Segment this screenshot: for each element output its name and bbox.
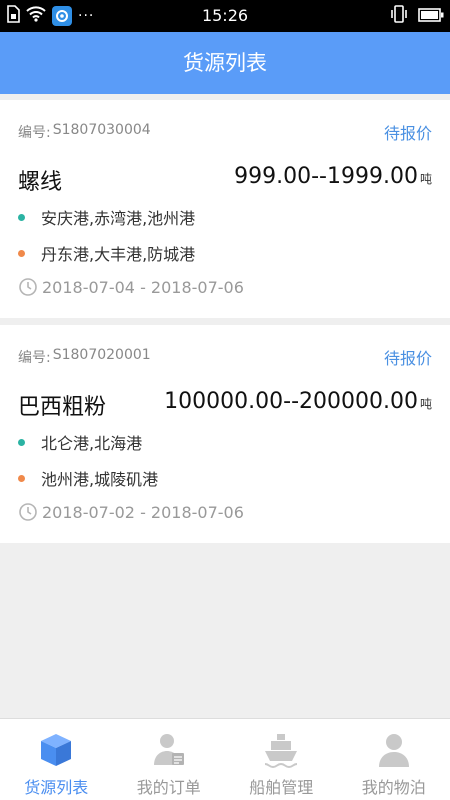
nav-my-wubo[interactable]: 我的物泊 (338, 719, 450, 800)
nav-label: 我的订单 (136, 778, 201, 797)
clock-icon (19, 503, 37, 521)
quote-status[interactable]: 待报价 (384, 120, 432, 144)
cargo-code: 编号: S1807020001 (18, 347, 151, 367)
discharge-ports-row: 池州港,城陵矶港 (18, 466, 158, 490)
status-time: 15:26 (201, 6, 249, 25)
discharge-ports: 丹东港,大丰港,防城港 (41, 245, 196, 264)
discharge-ports-row: 丹东港,大丰港,防城港 (18, 241, 195, 265)
status-right-icons (390, 5, 444, 27)
discharge-ports: 池州港,城陵矶港 (41, 470, 159, 489)
cargo-code-label: 编号: (18, 125, 51, 141)
page-title: 货源列表 (0, 32, 450, 94)
cargo-list: 编号: S1807030004 待报价 螺线 999.00--1999.00 吨… (0, 100, 450, 550)
cargo-card[interactable]: 编号: S1807030004 待报价 螺线 999.00--1999.00 吨… (0, 100, 450, 318)
load-port-dot-icon (18, 438, 25, 446)
nav-cargo-list[interactable]: 货源列表 (0, 719, 113, 800)
box-icon (41, 734, 71, 766)
cargo-name: 螺线 (18, 170, 63, 195)
ship-icon (264, 734, 298, 769)
clock-icon (19, 278, 37, 296)
quote-status[interactable]: 待报价 (384, 345, 432, 369)
price-range: 999.00--1999.00 (234, 164, 418, 189)
date-range-row: 2018-07-02 - 2018-07-06 (18, 502, 244, 522)
load-ports-row: 北仑港,北海港 (18, 430, 142, 454)
person-icon (378, 734, 409, 767)
user-order-icon (153, 734, 184, 765)
load-port-dot-icon (18, 213, 25, 221)
nav-label: 船舶管理 (249, 778, 314, 797)
nav-label: 我的物泊 (361, 778, 426, 797)
date-range: 2018-07-04 - 2018-07-06 (42, 277, 244, 297)
cargo-code: 编号: S1807030004 (18, 122, 151, 142)
bottom-nav: 货源列表 我的订单 船舶管理 我的物泊 (0, 718, 450, 800)
cargo-price: 999.00--1999.00 吨 (234, 164, 432, 189)
cargo-price: 100000.00--200000.00 吨 (164, 389, 432, 414)
nav-my-orders[interactable]: 我的订单 (113, 719, 226, 800)
nav-label: 货源列表 (24, 778, 89, 797)
status-bar: ··· 15:26 (0, 0, 450, 32)
price-range: 100000.00--200000.00 (164, 389, 418, 414)
discharge-port-dot-icon (18, 249, 25, 257)
price-unit: 吨 (419, 397, 432, 411)
price-unit: 吨 (419, 172, 432, 186)
load-ports: 安庆港,赤湾港,池州港 (41, 209, 196, 228)
cargo-name: 巴西粗粉 (18, 395, 107, 420)
battery-icon (418, 7, 444, 26)
load-ports: 北仑港,北海港 (41, 434, 143, 453)
discharge-port-dot-icon (18, 474, 25, 482)
date-range-row: 2018-07-04 - 2018-07-06 (18, 277, 244, 297)
cargo-code-label: 编号: (18, 350, 51, 366)
cargo-code-value: S1807020001 (52, 347, 151, 363)
cargo-code-value: S1807030004 (52, 122, 151, 138)
cargo-card[interactable]: 编号: S1807020001 待报价 巴西粗粉 100000.00--2000… (0, 325, 450, 543)
nav-ship-management[interactable]: 船舶管理 (225, 719, 338, 800)
vibrate-icon (390, 5, 408, 27)
date-range: 2018-07-02 - 2018-07-06 (42, 502, 244, 522)
load-ports-row: 安庆港,赤湾港,池州港 (18, 205, 195, 229)
